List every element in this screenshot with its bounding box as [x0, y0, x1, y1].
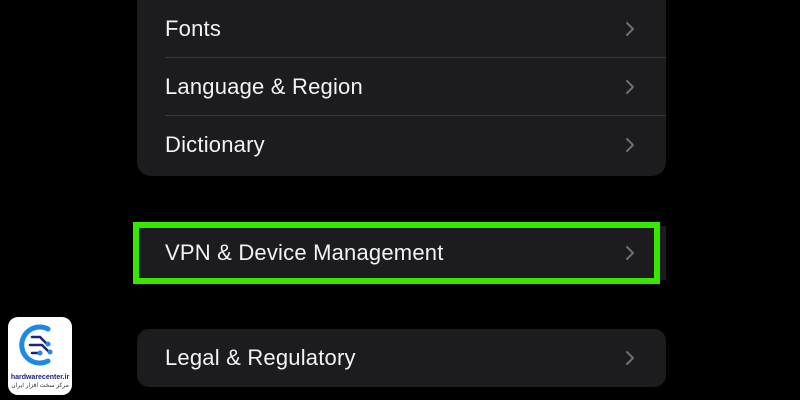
settings-row-fonts[interactable]: Fonts: [137, 0, 666, 58]
row-label-vpn-device-management: VPN & Device Management: [165, 240, 444, 265]
row-label-dictionary: Dictionary: [165, 132, 265, 157]
chevron-right-icon: [624, 78, 636, 96]
settings-row-legal-regulatory[interactable]: Legal & Regulatory: [137, 329, 666, 387]
settings-group-legal: Legal & Regulatory: [137, 329, 666, 387]
settings-row-dictionary[interactable]: Dictionary: [137, 116, 666, 174]
settings-row-language-region[interactable]: Language & Region: [137, 58, 666, 116]
circuit-logo-icon: [18, 323, 62, 372]
settings-group-vpn: VPN & Device Management: [137, 226, 666, 280]
watermark-tagline: مرکز سخت افزار ایران: [11, 383, 69, 389]
settings-row-vpn-device-management[interactable]: VPN & Device Management: [137, 226, 666, 280]
watermark-brand: hardwarecenter.ir: [10, 374, 70, 381]
row-label-fonts: Fonts: [165, 16, 222, 41]
chevron-right-icon: [624, 349, 636, 367]
settings-group-general: Fonts Language & Region Dictionary: [137, 0, 666, 176]
chevron-right-icon: [624, 244, 636, 262]
settings-screen: Fonts Language & Region Dictionary VPN &…: [0, 0, 800, 400]
chevron-right-icon: [624, 20, 636, 38]
chevron-right-icon: [624, 136, 636, 154]
watermark-logo: hardwarecenter.ir مرکز سخت افزار ایران: [8, 317, 72, 395]
row-label-legal-regulatory: Legal & Regulatory: [165, 345, 356, 370]
row-label-language-region: Language & Region: [165, 74, 363, 99]
